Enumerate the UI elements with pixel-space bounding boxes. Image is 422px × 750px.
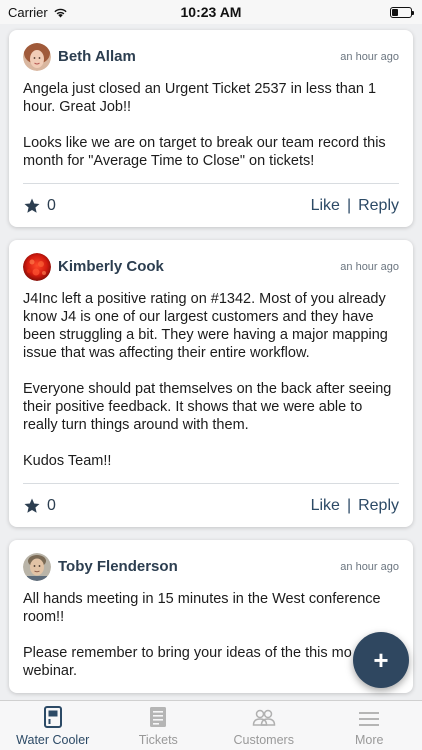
post-paragraph: All hands meeting in 15 minutes in the W… xyxy=(23,591,381,625)
wifi-icon xyxy=(54,8,67,17)
like-button[interactable]: Like xyxy=(311,197,340,215)
star-icon xyxy=(24,198,40,213)
tab-bar: Water Cooler Tickets Customers More xyxy=(0,700,422,750)
compose-fab-button[interactable]: + xyxy=(353,632,409,688)
avatar[interactable] xyxy=(23,252,51,281)
post-actions: Like | Reply xyxy=(311,497,399,515)
star-count: 0 xyxy=(47,496,56,514)
post-paragraph: Please remember to bring your ideas of t… xyxy=(23,645,352,679)
post-footer: 0 Like | Reply xyxy=(23,183,399,227)
tab-label: Tickets xyxy=(138,733,178,747)
post-actions: Like | Reply xyxy=(311,197,399,215)
post-author[interactable]: Toby Flenderson xyxy=(58,558,340,575)
tab-label: Water Cooler xyxy=(16,733,90,747)
reply-button[interactable]: Reply xyxy=(358,197,399,215)
tab-water-cooler[interactable]: Water Cooler xyxy=(0,701,106,750)
star-button[interactable]: 0 xyxy=(23,197,56,215)
tab-label: Customers xyxy=(233,733,294,747)
water-cooler-icon xyxy=(43,706,62,728)
post-time: an hour ago xyxy=(340,50,399,63)
post-body: J4Inc left a positive rating on #1342. M… xyxy=(23,290,399,483)
avatar[interactable] xyxy=(23,42,51,71)
more-icon xyxy=(359,712,380,726)
post-card: Kimberly Cook an hour ago J4Inc left a p… xyxy=(9,240,413,527)
post-header: Toby Flenderson an hour ago xyxy=(23,540,399,590)
tab-more[interactable]: More xyxy=(317,701,422,750)
plus-icon: + xyxy=(373,644,389,675)
post-body: Angela just closed an Urgent Ticket 2537… xyxy=(23,80,399,183)
tab-customers[interactable]: Customers xyxy=(211,701,317,750)
post-author[interactable]: Kimberly Cook xyxy=(58,258,340,275)
feed[interactable]: Beth Allam an hour ago Angela just close… xyxy=(0,24,422,700)
like-button[interactable]: Like xyxy=(311,497,340,515)
post-time: an hour ago xyxy=(340,260,399,273)
post-card: Beth Allam an hour ago Angela just close… xyxy=(9,30,413,227)
star-button[interactable]: 0 xyxy=(23,497,56,515)
tickets-icon xyxy=(150,707,167,727)
post-paragraph: Everyone should pat themselves on the ba… xyxy=(23,381,392,433)
post-header: Kimberly Cook an hour ago xyxy=(23,240,399,290)
post-body: All hands meeting in 15 minutes in the W… xyxy=(23,590,399,693)
post-paragraph: Looks like we are on target to break our… xyxy=(23,135,386,169)
battery-level xyxy=(392,8,399,16)
star-count: 0 xyxy=(47,196,56,214)
post-paragraph: J4Inc left a positive rating on #1342. M… xyxy=(23,291,388,361)
status-bar: Carrier 10:23 AM xyxy=(0,0,422,24)
post-card: Toby Flenderson an hour ago All hands me… xyxy=(9,540,413,693)
star-icon xyxy=(24,498,40,513)
action-separator: | xyxy=(346,496,352,514)
carrier-label: Carrier xyxy=(8,4,48,20)
tab-tickets[interactable]: Tickets xyxy=(106,701,212,750)
tab-label: More xyxy=(355,733,384,747)
post-paragraph: Kudos Team!! xyxy=(23,453,112,469)
status-left: Carrier xyxy=(8,5,68,20)
customers-icon xyxy=(252,709,276,726)
battery-icon xyxy=(390,6,414,18)
post-header: Beth Allam an hour ago xyxy=(23,30,399,80)
avatar[interactable] xyxy=(23,552,51,581)
post-author[interactable]: Beth Allam xyxy=(58,48,340,65)
post-time: an hour ago xyxy=(340,560,399,573)
action-separator: | xyxy=(346,196,352,214)
post-paragraph: Angela just closed an Urgent Ticket 2537… xyxy=(23,81,377,115)
reply-button[interactable]: Reply xyxy=(358,497,399,515)
post-footer: 0 Like | Reply xyxy=(23,483,399,527)
